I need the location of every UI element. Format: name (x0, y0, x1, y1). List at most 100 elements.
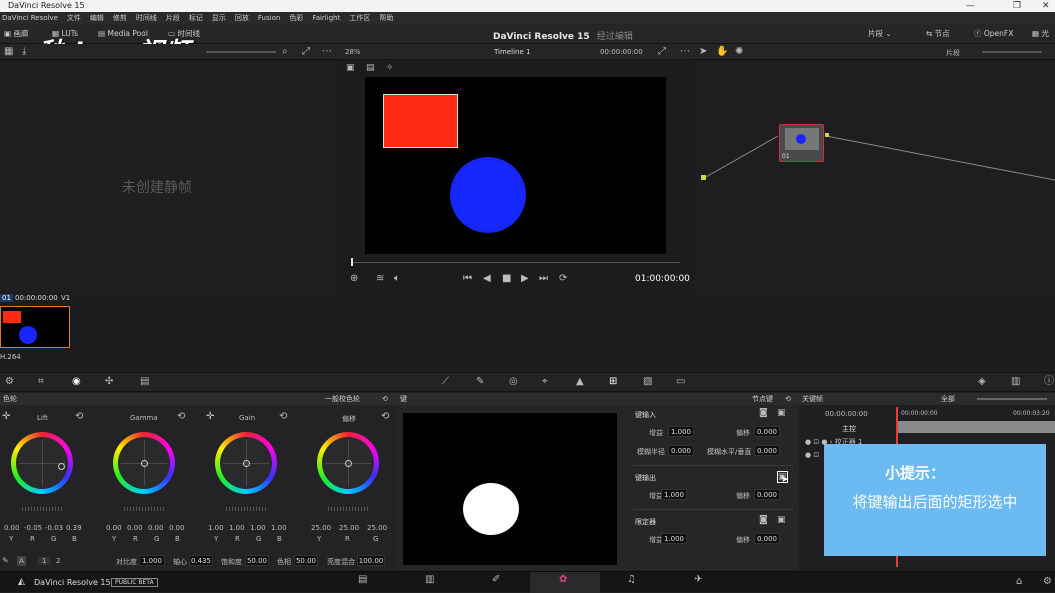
layer-icon[interactable]: ≋ (376, 274, 384, 284)
lift-y-value[interactable]: 0.00 (4, 524, 20, 532)
timeline-dropdown[interactable]: Timeline 1 (494, 48, 530, 56)
gamma-b-value[interactable]: 0.00 (169, 524, 185, 532)
keyframe-zoom-slider[interactable] (977, 398, 1047, 400)
gain-y-value[interactable]: 1.00 (208, 524, 224, 532)
menu-item[interactable]: 色彩 (289, 12, 303, 24)
menu-item[interactable]: 工作区 (349, 12, 370, 24)
keyframe-icon[interactable]: ◈ (978, 377, 986, 387)
expand-icon[interactable]: ⤢ (658, 47, 666, 57)
offset-wheel[interactable] (317, 432, 379, 494)
download-icon[interactable]: ⤓ (22, 47, 26, 57)
gamma-reset-icon[interactable]: ⟲ (177, 412, 185, 422)
hand-icon[interactable]: ✋ (716, 47, 728, 57)
node-editor[interactable]: 01 (694, 60, 1055, 292)
key-reset-icon[interactable]: ⟲ (785, 393, 791, 405)
menu-item[interactable]: Fairlight (312, 12, 340, 24)
menu-item[interactable]: 帮助 (379, 12, 393, 24)
gamma-wheel[interactable] (113, 432, 175, 494)
close-button[interactable]: ✕ (1042, 0, 1050, 12)
motion-effects-icon[interactable]: ▤ (140, 377, 149, 387)
scopes-icon[interactable]: ▥ (1011, 377, 1020, 387)
auto-icon[interactable]: A (17, 556, 26, 566)
limiter-mask-icon[interactable]: ▣ (777, 515, 786, 525)
offset-y-value[interactable]: 25.00 (311, 524, 331, 532)
menu-item[interactable]: 修剪 (113, 12, 127, 24)
blur-radius-field[interactable]: 0.000 (668, 445, 694, 456)
auto-balance-icon[interactable]: ✎ (2, 556, 9, 566)
lift-knob[interactable] (58, 463, 65, 470)
gamma-g-value[interactable]: 0.00 (148, 524, 164, 532)
gallery-tab[interactable]: ▣ 画廊 (4, 24, 28, 44)
gamma-r-value[interactable]: 0.00 (127, 524, 143, 532)
target-icon[interactable]: ⊕ (350, 274, 358, 284)
menu-item[interactable]: 显示 (212, 12, 226, 24)
contrast-field[interactable]: 1.000 (139, 555, 165, 566)
key-input-mask-icon[interactable]: ▣ (777, 408, 786, 418)
menu-item[interactable]: 回放 (235, 12, 249, 24)
viewer-fx-icon[interactable]: ✧ (386, 63, 394, 73)
output-offset-field[interactable]: 0.000 (754, 489, 780, 500)
options-icon[interactable]: ⋯ (680, 47, 690, 57)
lift-b-value[interactable]: 0.39 (66, 524, 82, 532)
search-icon[interactable]: ⌕ (282, 47, 288, 57)
3d-icon[interactable]: ▭ (676, 377, 685, 387)
menu-item[interactable]: 片段 (166, 12, 180, 24)
edit-page-icon[interactable]: ▥ (425, 575, 434, 585)
page-2-button[interactable]: 2 (56, 557, 60, 565)
playhead[interactable] (351, 258, 353, 266)
openfx-tab[interactable]: ⓕ OpenFX (974, 24, 1013, 44)
grid-icon[interactable]: ▦ (4, 47, 13, 57)
scrubber-bar[interactable] (352, 262, 680, 263)
gain-reset-icon[interactable]: ⟲ (279, 412, 287, 422)
fairlight-page-icon[interactable]: ♫ (627, 575, 636, 585)
menu-item[interactable]: Fusion (258, 12, 280, 24)
lift-r-value[interactable]: -0.05 (24, 524, 42, 532)
input-offset-field[interactable]: 0.000 (754, 426, 780, 437)
window-icon[interactable]: ◎ (509, 377, 518, 387)
gain-b-value[interactable]: 1.00 (271, 524, 287, 532)
picker-icon[interactable]: ✛ (2, 412, 10, 422)
gain-r-value[interactable]: 1.00 (229, 524, 245, 532)
tracker-icon[interactable]: ⌖ (542, 377, 548, 387)
gamma-master-wheel[interactable] (124, 507, 164, 511)
limiter-gain-field[interactable]: 1.000 (661, 533, 687, 544)
restore-button[interactable]: ❐ (1013, 0, 1021, 12)
output-gain-field[interactable]: 1.000 (661, 489, 687, 500)
menu-item[interactable]: 编辑 (90, 12, 104, 24)
play-icon[interactable]: ▶ (521, 274, 529, 284)
pointer-icon[interactable]: ➤ (699, 47, 707, 57)
minimize-button[interactable]: — (966, 0, 975, 12)
rgb-mixer-icon[interactable]: ✣ (105, 377, 113, 387)
gain-master-wheel[interactable] (226, 507, 266, 511)
page-1-button[interactable]: 1 (38, 557, 51, 565)
track-toggle-2[interactable]: ● ⊡ (805, 451, 819, 459)
keyframe-filter-dropdown[interactable]: 全部 (941, 393, 955, 405)
preview-canvas[interactable] (365, 77, 666, 254)
offset-g-value[interactable]: 25.00 (367, 524, 387, 532)
loop-icon[interactable]: ⟳ (559, 274, 567, 284)
nodes-tab[interactable]: ⇆ 节点 (926, 24, 950, 44)
pivot-field[interactable]: 0.435 (189, 555, 213, 566)
stop-icon[interactable]: ■ (502, 274, 511, 284)
fusion-page-icon[interactable]: ✐ (492, 575, 500, 585)
clip-dropdown[interactable]: 片段 ⌄ (868, 24, 892, 44)
lift-g-value[interactable]: -0.03 (45, 524, 63, 532)
color-page-icon[interactable]: ✿ (559, 575, 567, 585)
menu-item[interactable]: 文件 (67, 12, 81, 24)
gallery-zoom-slider[interactable] (206, 51, 276, 53)
settings-gear-icon[interactable]: ⚙ (1043, 577, 1052, 587)
saturation-field[interactable]: 50.00 (245, 555, 269, 566)
hue-field[interactable]: 50.00 (294, 555, 318, 566)
info-icon[interactable]: ⓘ (1044, 377, 1054, 387)
input-gain-field[interactable]: 1.000 (668, 426, 694, 437)
home-icon[interactable]: ⌂ (1016, 577, 1022, 587)
lift-master-wheel[interactable] (22, 507, 62, 511)
color-match-icon[interactable]: ⌗ (38, 377, 44, 387)
sizing-icon[interactable]: ▧ (643, 377, 652, 387)
lum-mix-field[interactable]: 100.00 (357, 555, 385, 566)
limiter-invert-icon[interactable]: ◙ (759, 515, 768, 525)
corrector-node[interactable]: 01 (779, 124, 824, 162)
qualifier-icon[interactable]: ✎ (476, 377, 484, 387)
media-page-icon[interactable]: ▤ (358, 575, 367, 585)
gain-picker-icon[interactable]: ✛ (206, 412, 214, 422)
